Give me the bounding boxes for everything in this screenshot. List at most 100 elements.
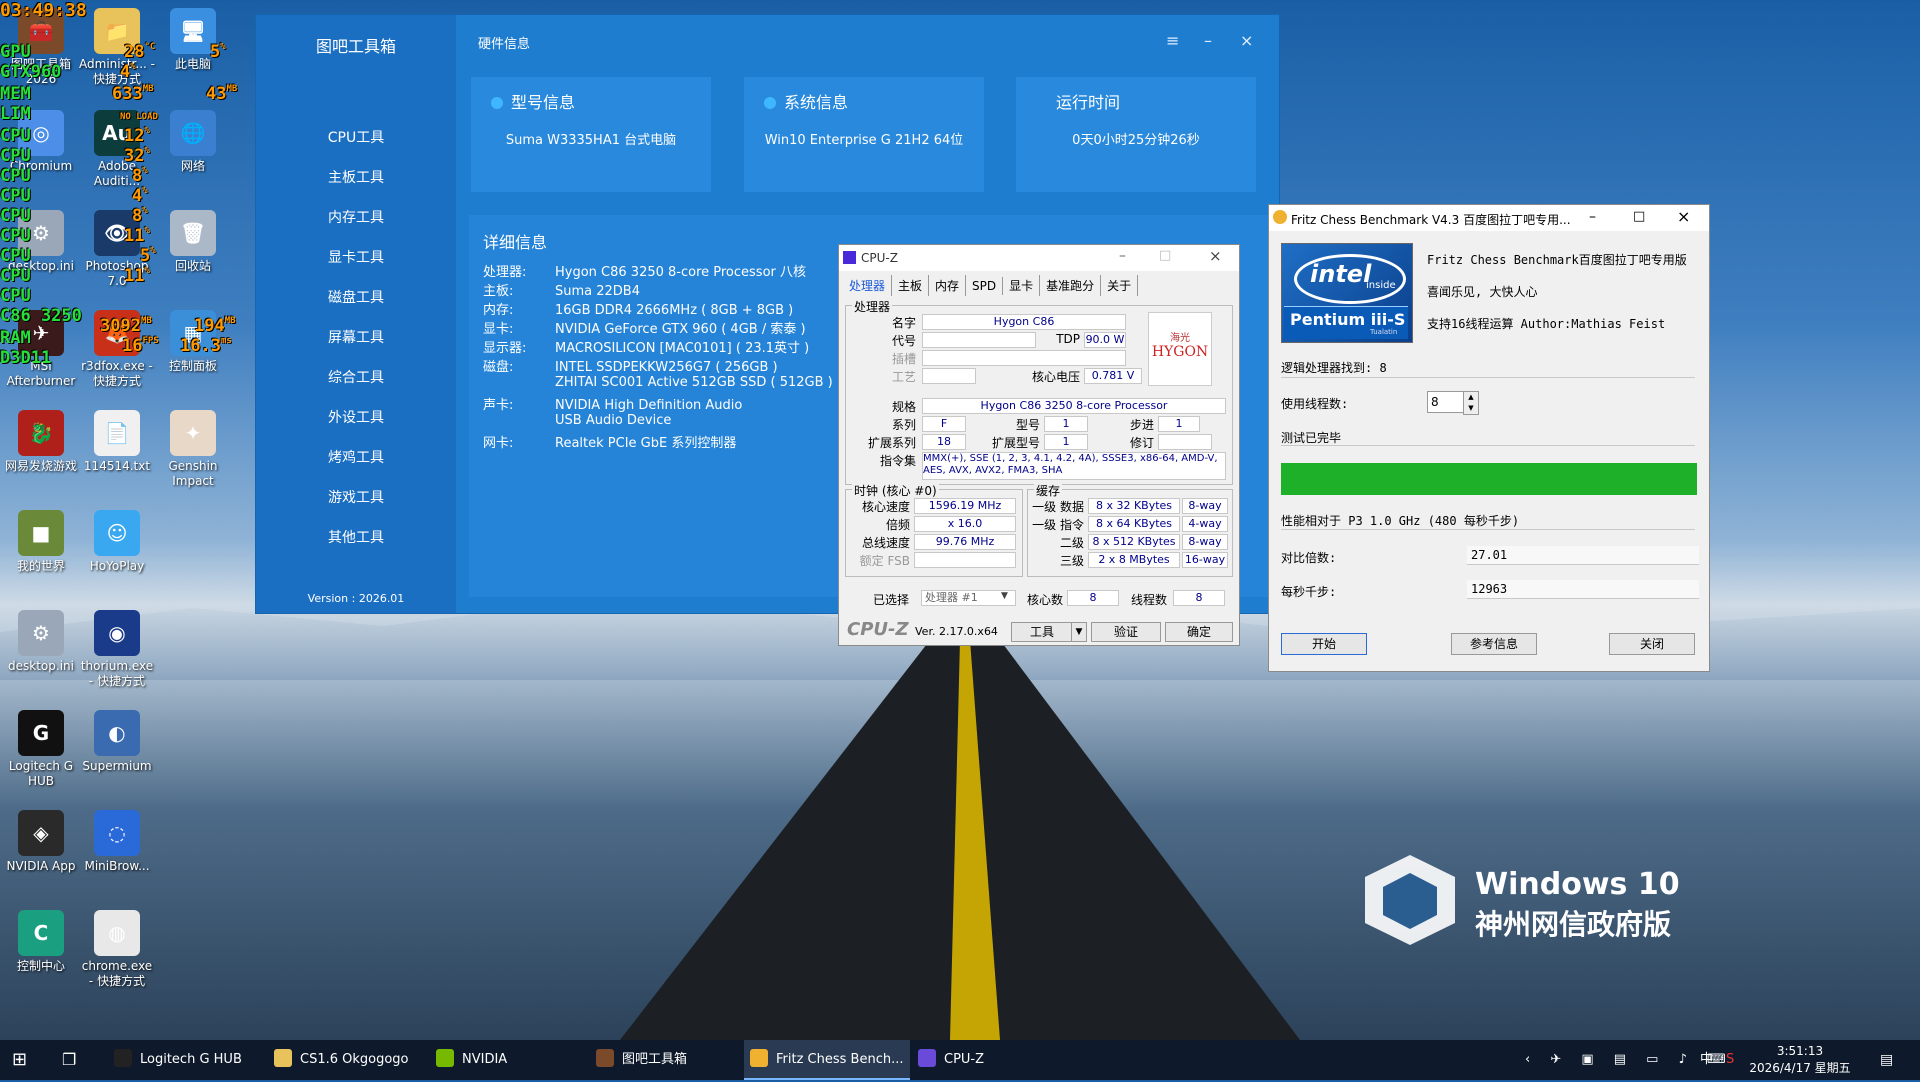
multiplier-field: x 16.0 bbox=[914, 516, 1016, 532]
osd-number: 16.3 bbox=[180, 336, 221, 356]
desktop-icon[interactable]: ⚙ desktop.ini bbox=[2, 610, 80, 674]
logical-processors-text: 逻辑处理器找到: 8 bbox=[1281, 361, 1387, 375]
detail-value: NVIDIA GeForce GTX 960 ( 4GB / 索泰 ) bbox=[555, 322, 806, 337]
close-icon[interactable]: × bbox=[1240, 31, 1253, 50]
sidebar-item[interactable]: 综合工具 bbox=[256, 367, 456, 387]
osd-value: 11% bbox=[124, 266, 150, 286]
desktop-icon[interactable]: ◈ NVIDIA App bbox=[2, 810, 80, 874]
sidebar-item[interactable]: 外设工具 bbox=[256, 407, 456, 427]
tray-clock[interactable]: 3:51:13 2026/4/17 星期五 bbox=[1740, 1043, 1860, 1077]
start-button[interactable]: ⊞ bbox=[12, 1040, 27, 1080]
cpuz-tab[interactable]: 关于 bbox=[1101, 275, 1139, 296]
osd-unit: % bbox=[220, 42, 226, 52]
spinner-arrows-icon[interactable]: ▲ ▼ bbox=[1463, 391, 1479, 415]
desktop-icon[interactable]: 🌐 网络 bbox=[154, 110, 232, 174]
cpuz-version: Ver. 2.17.0.x64 bbox=[915, 625, 998, 638]
notification-icon[interactable]: ▤ bbox=[1880, 1040, 1893, 1080]
minimize-icon[interactable]: – bbox=[1589, 209, 1596, 225]
desktop-icon[interactable]: 📄 114514.txt bbox=[78, 410, 156, 474]
app-icon: ◉ bbox=[94, 610, 140, 656]
family-field: F bbox=[922, 416, 966, 432]
detail-value: 16GB DDR4 2666MHz ( 8GB + 8GB ) bbox=[555, 303, 794, 318]
clock-time: 3:51:13 bbox=[1776, 1044, 1824, 1058]
sidebar-item[interactable]: 主板工具 bbox=[256, 167, 456, 187]
ok-button[interactable]: 确定 bbox=[1165, 622, 1233, 642]
desktop-icon[interactable]: ■ 我的世界 bbox=[2, 510, 80, 574]
info-dot-icon bbox=[491, 97, 503, 109]
validate-button[interactable]: 验证 bbox=[1091, 622, 1161, 642]
desktop-icon[interactable]: ◍ chrome.exe - 快捷方式 bbox=[78, 910, 156, 989]
sidebar-item[interactable]: 烤鸡工具 bbox=[256, 447, 456, 467]
cpuz-tab[interactable]: 内存 bbox=[929, 275, 967, 296]
taskbar-item[interactable]: 图吧工具箱 bbox=[590, 1040, 746, 1080]
bus-speed-field: 99.76 MHz bbox=[914, 534, 1016, 550]
cpuz-tab[interactable]: 基准跑分 bbox=[1040, 275, 1102, 296]
desktop-icon-label: HoYoPlay bbox=[89, 559, 145, 573]
desktop-icon[interactable]: ◌ MiniBrow... bbox=[78, 810, 156, 874]
close-icon[interactable]: × bbox=[1209, 247, 1222, 265]
detail-key: 内存: bbox=[483, 303, 514, 318]
maximize-icon[interactable]: □ bbox=[1633, 209, 1645, 224]
cpuz-tab[interactable]: SPD bbox=[966, 277, 1004, 295]
app-icon: ⚙ bbox=[18, 610, 64, 656]
ime-indicator[interactable]: 中 bbox=[1700, 1040, 1713, 1080]
desktop-icon[interactable]: ◉ thorium.exe - 快捷方式 bbox=[78, 610, 156, 689]
close-icon[interactable]: × bbox=[1677, 207, 1690, 226]
desktop-icon[interactable]: ◐ Supermium bbox=[78, 710, 156, 774]
desktop-icon-label: Supermium bbox=[82, 759, 152, 773]
cpuz-tab[interactable]: 显卡 bbox=[1003, 275, 1041, 296]
cpuz-processor-group: 处理器 名字 Hygon C86 代号 TDP 90.0 W 插槽 工艺 核心电… bbox=[845, 298, 1233, 485]
sidebar-item[interactable]: 其他工具 bbox=[256, 527, 456, 547]
minimize-icon[interactable]: – bbox=[1204, 31, 1212, 50]
sidebar-item[interactable]: CPU工具 bbox=[256, 127, 456, 147]
cpuz-tab[interactable]: 处理器 bbox=[843, 275, 893, 296]
menu-icon[interactable]: ≡ bbox=[1166, 31, 1179, 50]
reference-button[interactable]: 参考信息 bbox=[1451, 633, 1537, 655]
sidebar-item[interactable]: 显卡工具 bbox=[256, 247, 456, 267]
minimize-icon[interactable]: – bbox=[1119, 248, 1126, 264]
desktop-icon[interactable]: 🖥 此电脑 bbox=[154, 8, 232, 72]
spec-label: 规格 bbox=[891, 400, 916, 414]
taskbar-item[interactable]: Logitech G HUB bbox=[108, 1040, 264, 1080]
codename-field bbox=[922, 332, 1036, 348]
taskbar-item[interactable]: CS1.6 Okgogogo bbox=[268, 1040, 426, 1080]
desktop-icon[interactable]: G Logitech G HUB bbox=[2, 710, 80, 789]
desktop-icon[interactable]: C 控制中心 bbox=[2, 910, 80, 974]
tools-button[interactable]: 工具 bbox=[1011, 622, 1073, 642]
desktop-icon[interactable]: ☺ HoYoPlay bbox=[78, 510, 156, 574]
osd-label: CPU bbox=[0, 246, 31, 266]
threads-spinner[interactable]: 8 bbox=[1427, 391, 1468, 413]
task-view-button[interactable]: ❐ bbox=[62, 1040, 76, 1080]
card-model: 型号信息 Suma W3335HA1 台式电脑 bbox=[471, 77, 711, 192]
desktop-icon[interactable]: 🐉 网易发烧游戏 bbox=[2, 410, 80, 474]
cpuz-brand: CPU-Z bbox=[847, 619, 909, 640]
taskbar-item-label: Logitech G HUB bbox=[140, 1052, 242, 1067]
sogou-icon[interactable]: S bbox=[1726, 1040, 1734, 1080]
osd-number: 11 bbox=[124, 226, 145, 246]
detail-key: 显卡: bbox=[483, 322, 514, 337]
cpuz-tab[interactable]: 主板 bbox=[892, 275, 930, 296]
osd-number: 4 bbox=[120, 62, 131, 82]
sidebar-item[interactable]: 屏幕工具 bbox=[256, 327, 456, 347]
desktop-icon-label: 控制中心 bbox=[16, 959, 65, 973]
chevron-down-icon[interactable]: ▼ bbox=[1001, 591, 1008, 601]
cpuz-clock-group: 时钟 (核心 #0) 核心速度 1596.19 MHz 倍频 x 16.0 总线… bbox=[845, 482, 1023, 577]
sidebar-item[interactable]: 内存工具 bbox=[256, 207, 456, 227]
sidebar-item[interactable]: 游戏工具 bbox=[256, 487, 456, 507]
stepping-field: 1 bbox=[1158, 416, 1200, 432]
start-button[interactable]: 开始 bbox=[1281, 633, 1367, 655]
taskbar-item[interactable]: Fritz Chess Bench... bbox=[744, 1040, 910, 1080]
desktop-icon[interactable]: 🗑 回收站 bbox=[154, 210, 232, 274]
osd-unit: % bbox=[144, 126, 150, 136]
taskbar-item[interactable]: NVIDIA bbox=[430, 1040, 586, 1080]
cpuz-window[interactable]: CPU-Z – □ × 处理器 主板 内存 SPD 显卡 基准跑分 关于 处理器 名字 Hy… bbox=[838, 244, 1240, 646]
sidebar-item[interactable]: 磁盘工具 bbox=[256, 287, 456, 307]
desktop-icon[interactable]: ✦ Genshin Impact bbox=[154, 410, 232, 489]
osd-label: CPU bbox=[0, 226, 31, 246]
tools-dropdown-icon[interactable]: ▼ bbox=[1071, 622, 1087, 642]
close-button[interactable]: 关闭 bbox=[1609, 633, 1695, 655]
fritz-window[interactable]: Fritz Chess Benchmark V4.3 百度图拉丁吧专用... –… bbox=[1268, 204, 1710, 672]
detail-row: ZHITAI SC001 Active 512GB SSD ( 512GB ) bbox=[483, 375, 833, 390]
taskbar-item[interactable]: CPU-Z bbox=[912, 1040, 1018, 1080]
codename-label: 代号 bbox=[891, 334, 916, 348]
